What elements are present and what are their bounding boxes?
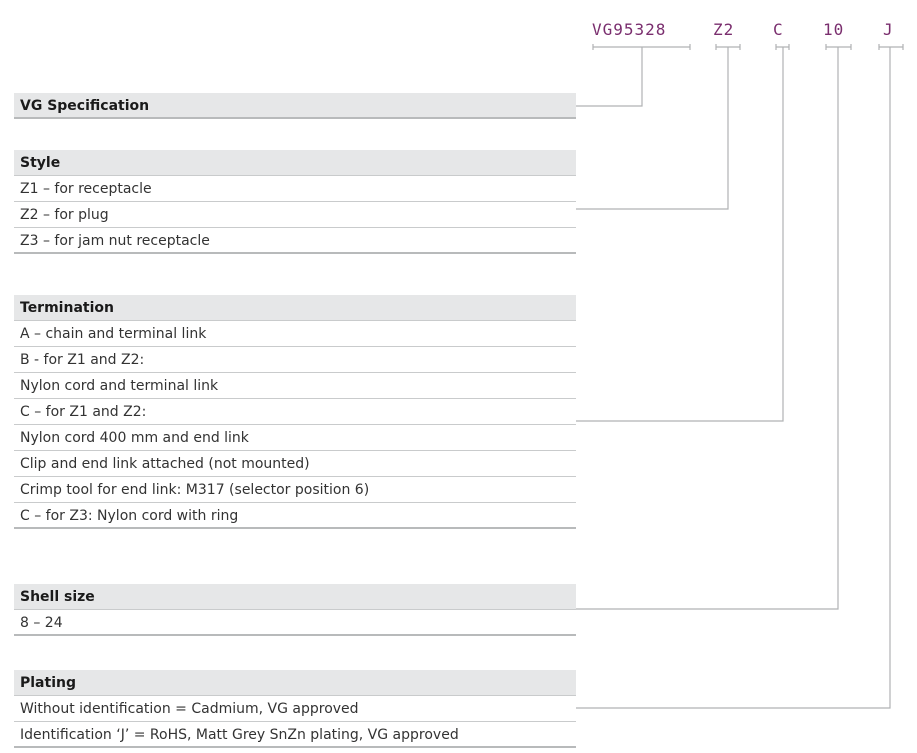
plating-header: Plating [14,670,576,696]
style-item: Z1 – for receptacle [14,176,576,202]
termination-table: Termination A – chain and terminal link … [14,295,576,529]
shell-size-header: Shell size [14,584,576,610]
style-item: Z2 – for plug [14,202,576,228]
leader-termination [576,47,784,422]
bracket-termination [775,44,790,50]
termination-item: Nylon cord 400 mm and end link [14,425,576,451]
termination-item: C – for Z3: Nylon cord with ring [14,503,576,529]
bracket-plating [878,44,904,50]
shell-size-item: 8 – 24 [14,610,576,636]
leader-spec [576,47,643,107]
part-number-segment-spec: VG95328 [592,20,667,39]
part-number-segment-termination: C [773,20,784,39]
plating-table: Plating Without identification = Cadmium… [14,670,576,748]
shell-size-table: Shell size 8 – 24 [14,584,576,636]
termination-item: Nylon cord and terminal link [14,373,576,399]
part-number-segment-plating: J [883,20,894,39]
style-item: Z3 – for jam nut receptacle [14,228,576,254]
termination-item: A – chain and terminal link [14,321,576,347]
spec-table: VG Specification [14,93,576,119]
plating-item: Without identification = Cadmium, VG app… [14,696,576,722]
leader-plating [576,47,891,709]
termination-header: Termination [14,295,576,321]
style-header: Style [14,150,576,176]
style-table: Style Z1 – for receptacle Z2 – for plug … [14,150,576,254]
termination-item: Clip and end link attached (not mounted) [14,451,576,477]
bracket-shell [825,44,852,50]
spec-header: VG Specification [14,93,576,119]
termination-item: Crimp tool for end link: M317 (selector … [14,477,576,503]
termination-item: B - for Z1 and Z2: [14,347,576,373]
bracket-spec [592,44,691,50]
leader-shell [576,47,839,610]
leader-style [576,47,729,210]
part-number-segment-style: Z2 [713,20,735,39]
bracket-style [715,44,741,50]
part-number-segment-shell-size: 10 [823,20,845,39]
plating-item: Identification ‘J’ = RoHS, Matt Grey SnZ… [14,722,576,748]
termination-item: C – for Z1 and Z2: [14,399,576,425]
